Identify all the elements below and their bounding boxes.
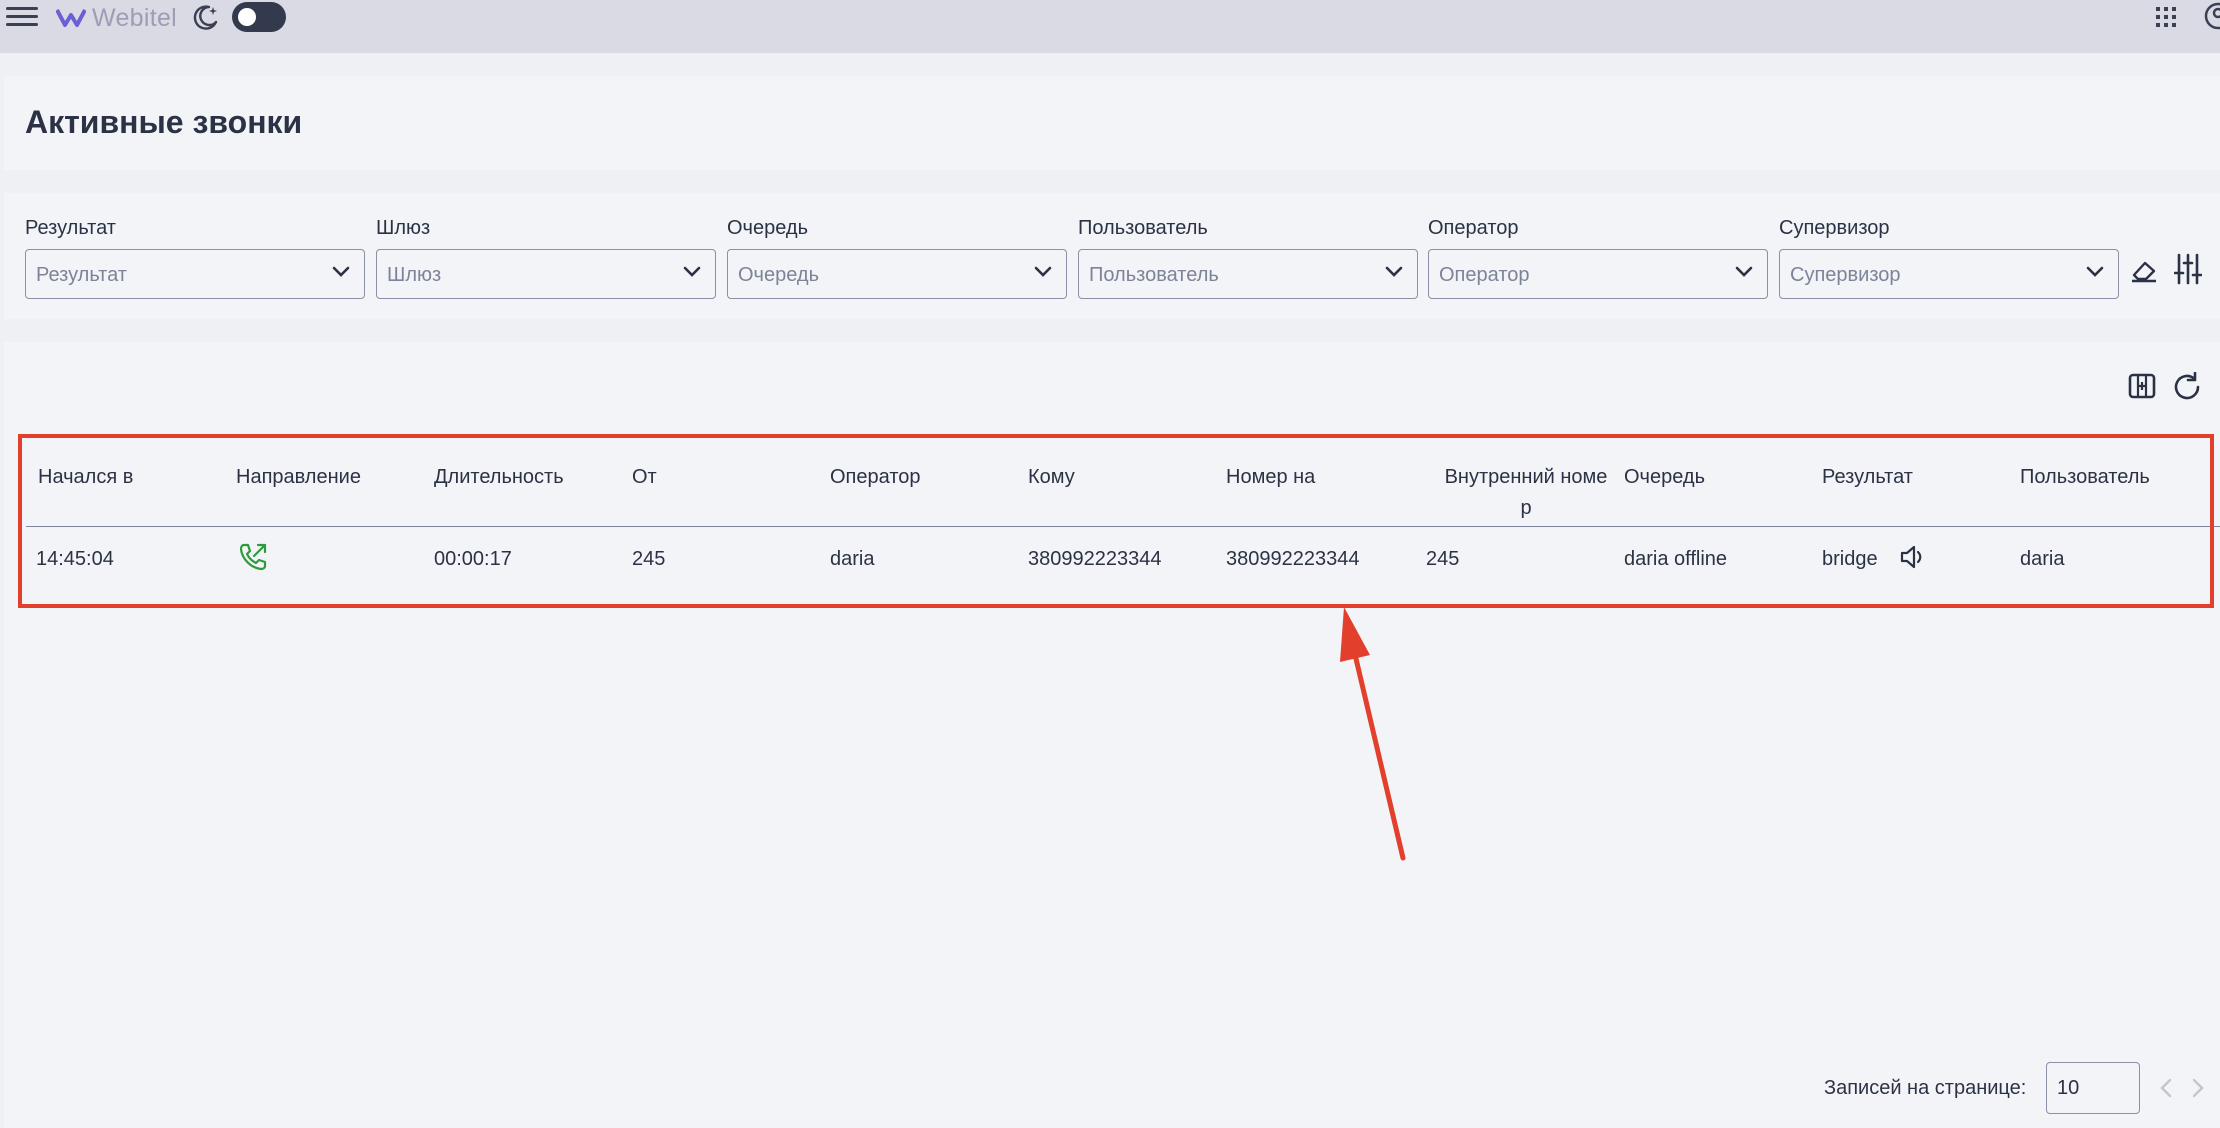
col-result[interactable]: Результат	[1822, 462, 1913, 493]
app-logo[interactable]: Webitel	[56, 2, 177, 34]
refresh-icon[interactable]	[2172, 372, 2202, 402]
select-placeholder: Пользователь	[1089, 264, 1219, 286]
col-direction[interactable]: Направление	[236, 462, 361, 493]
cell-to: 380992223344	[1028, 548, 1162, 570]
chevron-down-icon	[1735, 266, 1753, 277]
eraser-icon[interactable]	[2130, 259, 2158, 283]
select-placeholder: Результат	[36, 264, 127, 286]
menu-icon[interactable]	[6, 4, 38, 30]
calls-table-panel: Начался в Направление Длительность От Оп…	[4, 342, 2220, 1128]
select-placeholder: Очередь	[738, 264, 819, 286]
apps-grid-icon[interactable]	[2155, 6, 2177, 28]
outbound-call-icon	[239, 543, 267, 571]
cell-operator: daria	[830, 548, 875, 570]
cell-extension: 245	[1426, 548, 1460, 570]
speaker-icon[interactable]	[1898, 542, 1928, 572]
page-size-input[interactable]	[2046, 1062, 2140, 1114]
cell-queue: daria offline	[1624, 548, 1728, 570]
cell-result: bridge	[1822, 548, 1878, 570]
filter-gateway: Шлюз Шлюз	[376, 217, 716, 299]
page-size-label: Записей на странице:	[1824, 1077, 2027, 1099]
chevron-left-icon[interactable]	[2158, 1078, 2174, 1098]
col-extension[interactable]: Внутренний номе р	[1431, 462, 1621, 524]
chevron-down-icon	[2086, 266, 2104, 277]
filter-label: Результат	[25, 217, 116, 239]
filter-queue: Очередь Очередь	[727, 217, 1067, 299]
chevron-down-icon	[683, 266, 701, 277]
operator-select[interactable]: Оператор	[1428, 249, 1768, 299]
filter-label: Оператор	[1428, 217, 1519, 239]
col-extension-line2: р	[1520, 497, 1532, 519]
theme-toggle[interactable]	[232, 2, 286, 32]
table-header: Начался в Направление Длительность От Оп…	[26, 444, 2220, 527]
filter-result: Результат Результат	[25, 217, 365, 299]
cell-user: daria	[2020, 548, 2065, 570]
cell-from: 245	[632, 548, 666, 570]
account-icon[interactable]	[2200, 2, 2220, 32]
cell-number-on: 380992223344	[1226, 548, 1360, 570]
title-card: Активные звонки	[4, 76, 2220, 170]
col-from[interactable]: От	[632, 462, 657, 493]
queue-select[interactable]: Очередь	[727, 249, 1067, 299]
chevron-down-icon	[1385, 266, 1403, 277]
select-placeholder: Оператор	[1439, 264, 1530, 286]
select-placeholder: Шлюз	[387, 264, 442, 286]
supervisor-select[interactable]: Супервизор	[1779, 249, 2119, 299]
app-brand-name: Webitel	[92, 3, 178, 32]
webitel-logo-icon	[56, 9, 86, 27]
select-placeholder: Супервизор	[1790, 264, 1901, 286]
user-select[interactable]: Пользователь	[1078, 249, 1418, 299]
moon-icon	[193, 5, 218, 30]
table-row[interactable]: 14:45:04 00:00:17 245 daria 380992223344…	[26, 526, 2220, 616]
result-select[interactable]: Результат	[25, 249, 365, 299]
filter-label: Пользователь	[1078, 217, 1208, 239]
filter-user: Пользователь Пользователь	[1078, 217, 1418, 299]
col-to[interactable]: Кому	[1028, 462, 1075, 493]
top-bar: Webitel	[0, 0, 2220, 53]
chevron-right-icon[interactable]	[2190, 1078, 2206, 1098]
filter-label: Супервизор	[1779, 217, 1890, 239]
col-number-on[interactable]: Номер на	[1226, 462, 1315, 493]
col-extension-line1: Внутренний номе	[1444, 466, 1608, 488]
filters-panel: Результат Результат Шлюз Шлюз Очередь Оч…	[4, 193, 2220, 319]
col-duration[interactable]: Длительность	[434, 462, 564, 493]
filter-label: Шлюз	[376, 217, 431, 239]
filter-label: Очередь	[727, 217, 808, 239]
chevron-down-icon	[1034, 266, 1052, 277]
column-select-icon[interactable]	[2128, 372, 2156, 400]
gateway-select[interactable]: Шлюз	[376, 249, 716, 299]
chevron-down-icon	[332, 266, 350, 277]
col-queue[interactable]: Очередь	[1624, 462, 1705, 493]
cell-started: 14:45:04	[36, 548, 114, 570]
col-operator[interactable]: Оператор	[830, 462, 921, 493]
col-user[interactable]: Пользователь	[2020, 462, 2150, 493]
cell-duration: 00:00:17	[434, 548, 512, 570]
filter-operator: Оператор Оператор	[1428, 217, 1768, 299]
filter-settings-icon[interactable]	[2174, 253, 2202, 285]
page-title: Активные звонки	[25, 104, 303, 140]
toggle-knob	[238, 8, 256, 26]
col-started[interactable]: Начался в	[38, 462, 133, 493]
filter-supervisor: Супервизор Супервизор	[1779, 217, 2119, 299]
